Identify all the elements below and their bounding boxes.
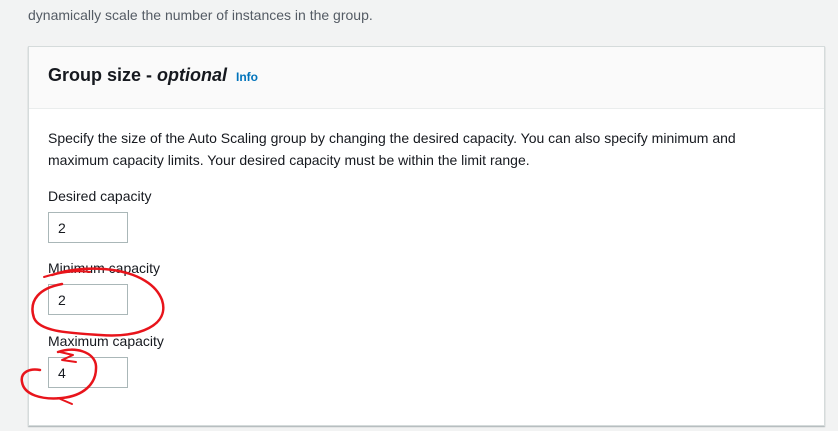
desired-capacity-label: Desired capacity — [48, 188, 152, 204]
maximum-capacity-label: Maximum capacity — [48, 333, 164, 349]
panel-title-main: Group size - — [48, 65, 158, 85]
panel-body: Specify the size of the Auto Scaling gro… — [29, 109, 824, 388]
desired-capacity-input[interactable] — [48, 212, 128, 243]
intro-text: dynamically scale the number of instance… — [28, 7, 373, 23]
panel-description: Specify the size of the Auto Scaling gro… — [48, 130, 736, 168]
info-link[interactable]: Info — [236, 70, 258, 84]
minimum-capacity-field: Minimum capacity — [48, 258, 805, 315]
maximum-capacity-input[interactable] — [48, 357, 128, 388]
panel-header: Group size - optional Info — [29, 47, 824, 109]
maximum-capacity-field: Maximum capacity — [48, 331, 805, 388]
panel-title-optional: optional — [157, 65, 228, 85]
minimum-capacity-label: Minimum capacity — [48, 260, 161, 276]
panel-title: Group size - optional — [48, 65, 227, 86]
group-size-panel: Group size - optional Info Specify the s… — [28, 46, 825, 426]
minimum-capacity-input[interactable] — [48, 284, 128, 315]
desired-capacity-field: Desired capacity — [48, 186, 805, 243]
